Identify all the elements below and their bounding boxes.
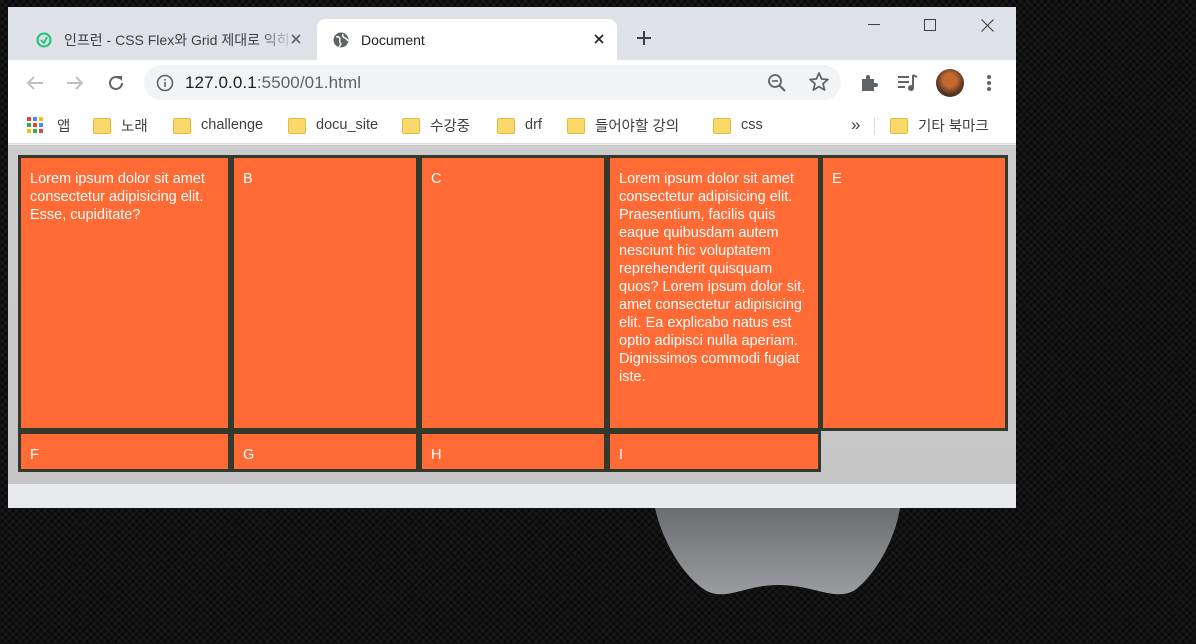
bookmark-folder[interactable]: drf [497,114,542,136]
tab-title: 인프런 - CSS Flex와 Grid 제대로 익히기 [64,31,294,48]
bookmark-folder[interactable]: css [713,114,763,136]
bookmarks-overflow-button[interactable]: » [851,114,860,136]
grid-item-e: E [820,155,1008,431]
browser-window: 인프런 - CSS Flex와 Grid 제대로 익히기 Document 12… [8,7,1016,508]
bookmark-label: challenge [201,117,264,133]
bookmark-label: drf [525,117,542,133]
url-host: 127.0.0.1 [185,73,257,92]
bookmark-folder[interactable]: 노래 [93,114,148,136]
bookmark-folder[interactable]: challenge [173,114,263,136]
bookmark-label: 노래 [121,118,148,135]
folder-icon [497,118,515,134]
close-tab-icon[interactable] [288,31,304,47]
zoom-out-icon[interactable] [767,73,787,93]
reload-button[interactable] [104,71,128,95]
folder-icon [567,118,585,134]
overflow-chevron: » [851,115,861,134]
bookmark-label: css [741,117,763,133]
globe-icon [333,32,349,48]
folder-icon [93,118,111,134]
folder-icon [402,118,420,134]
other-bookmarks[interactable]: 기타 북마크 [890,114,989,136]
grid-item-a: Lorem ipsum dolor sit amet consectetur a… [18,155,231,431]
close-tab-icon[interactable] [591,31,607,47]
profile-avatar[interactable] [936,69,964,97]
bookmark-label: 수강중 [430,118,471,135]
folder-icon [173,118,191,134]
bookmarks-separator [874,117,875,135]
folder-icon [890,118,908,134]
folder-icon [288,118,306,134]
grid-item-g: G [231,431,419,472]
bookmark-label: docu_site [316,117,379,133]
bookmark-folder[interactable]: 수강중 [402,114,470,136]
new-tab-button[interactable] [633,29,655,51]
bookmark-label: 들어야할 강의 [595,118,680,135]
minimize-button[interactable] [856,12,892,38]
other-bookmarks-label: 기타 북마크 [918,118,989,135]
bottom-bar [8,484,1016,508]
close-window-button[interactable] [969,12,1005,38]
bookmark-folder[interactable]: 들어야할 강의 [567,114,679,136]
inflearn-icon [36,32,52,48]
page-content: Lorem ipsum dolor sit amet consectetur a… [8,145,1016,484]
forward-button[interactable] [63,71,87,95]
url-text[interactable]: 127.0.0.1:5500/01.html [185,73,361,93]
bookmark-star-icon[interactable] [808,71,830,93]
address-bar[interactable]: 127.0.0.1:5500/01.html [144,65,841,100]
media-queue-icon[interactable] [897,72,919,94]
more-menu-icon[interactable] [978,72,1000,94]
grid-item-c: C [419,155,607,431]
bookmark-folder[interactable]: docu_site [288,114,378,136]
maximize-button[interactable] [912,12,948,38]
back-button[interactable] [23,71,47,95]
extensions-puzzle-icon[interactable] [858,72,880,94]
url-path: :5500/01.html [256,73,362,92]
bookmarks-bar: 앱 노래 challenge docu_site 수강중 drf 들어야할 강의 [8,106,1016,144]
apps-grid-icon [27,117,43,133]
tab-strip: 인프런 - CSS Flex와 Grid 제대로 익히기 Document [8,7,1016,60]
tab-document[interactable]: Document [317,19,617,60]
toolbar: 127.0.0.1:5500/01.html [8,60,1016,106]
site-info-icon[interactable] [156,74,174,92]
grid-item-i: I [607,431,821,472]
grid-item-d: Lorem ipsum dolor sit amet consectetur a… [607,155,821,431]
tab-inflearn[interactable]: 인프런 - CSS Flex와 Grid 제대로 익히기 [22,19,314,60]
grid-item-b: B [231,155,419,431]
bookmark-label: 앱 [57,118,71,135]
tab-title: Document [361,31,425,48]
bookmark-apps[interactable]: 앱 [27,114,70,136]
folder-icon [713,118,731,134]
grid-item-h: H [419,431,607,472]
grid-item-f: F [18,431,231,472]
